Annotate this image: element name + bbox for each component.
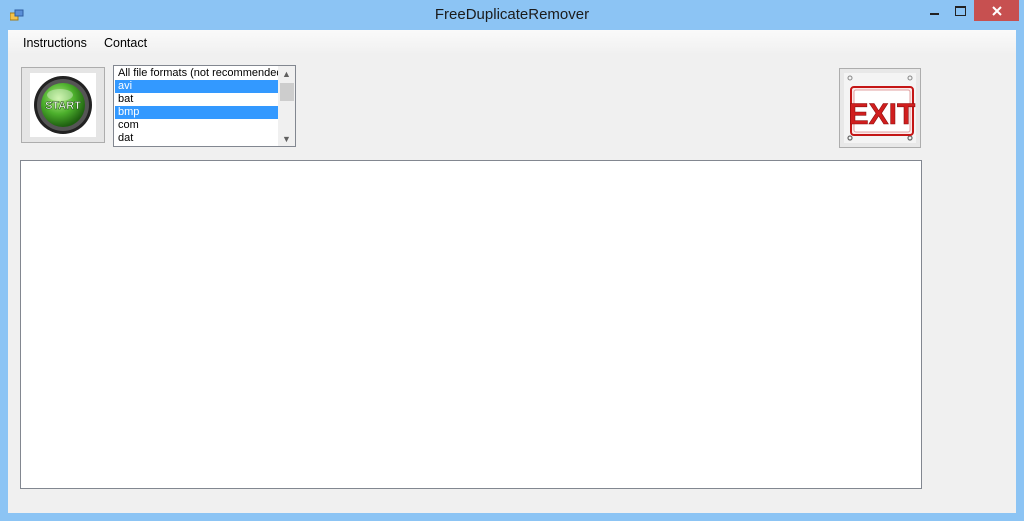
minimize-button[interactable] [921,0,948,21]
exit-button[interactable]: EXIT [839,68,921,148]
list-item-bmp[interactable]: bmp [115,106,278,119]
menu-bar: Instructions Contact [8,30,1016,55]
list-item-avi[interactable]: avi [115,80,278,93]
file-formats-list[interactable]: All file formats (not recommended) avi b… [113,65,296,147]
output-area[interactable] [20,160,922,489]
scroll-up-icon[interactable]: ▲ [278,66,295,81]
title-bar[interactable]: FreeDuplicateRemover [0,0,1024,30]
svg-text:START: START [45,100,81,112]
list-item-all-formats[interactable]: All file formats (not recommended) [115,67,286,80]
close-button[interactable] [974,0,1019,21]
exit-image: EXIT [844,73,916,143]
list-item-com[interactable]: com [115,119,278,132]
close-icon [991,5,1002,16]
menu-contact[interactable]: Contact [104,36,147,50]
list-item-dat[interactable]: dat [115,132,278,145]
maximize-icon [955,5,966,16]
minimize-icon [930,12,939,15]
exit-sign-icon: EXIT [847,75,916,141]
scroll-down-icon[interactable]: ▼ [278,131,295,146]
svg-text:EXIT: EXIT [849,98,916,131]
start-icon: START [34,76,92,134]
start-button[interactable]: START [21,67,105,143]
list-scrollbar[interactable]: ▲ ▼ [278,66,295,146]
scroll-thumb[interactable] [280,83,294,101]
client-area: Instructions Contact START All file form… [8,30,1016,513]
list-item-bat[interactable]: bat [115,93,278,106]
start-image: START [30,73,96,137]
app-window: FreeDuplicateRemover Instructions Contac… [0,0,1024,521]
window-title: FreeDuplicateRemover [434,6,590,23]
list-items: All file formats (not recommended) avi b… [115,67,286,145]
maximize-button[interactable] [947,0,974,21]
menu-instructions[interactable]: Instructions [23,36,87,50]
